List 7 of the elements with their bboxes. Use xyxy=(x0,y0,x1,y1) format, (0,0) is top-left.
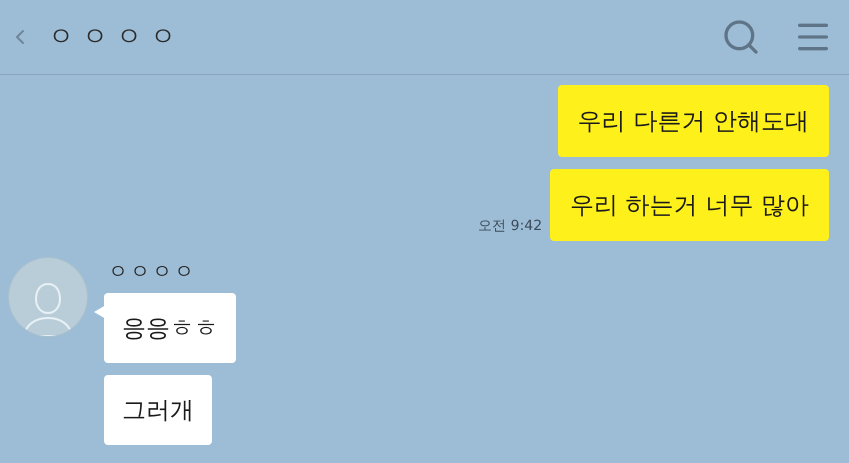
sent-message-bubble: 우리 다른거 안해도대 xyxy=(558,85,829,157)
received-message-bubble: 응응ㅎㅎ xyxy=(104,293,236,363)
message-time: 오전 9:42 xyxy=(478,217,542,236)
sender-name: ㅇㅇㅇㅇ xyxy=(108,261,197,281)
sent-message-bubble: 우리 하는거 너무 많아 xyxy=(550,169,829,241)
chat-title: ㅇㅇㅇㅇ xyxy=(48,20,184,54)
received-message-bubble: 그러개 xyxy=(104,375,212,445)
